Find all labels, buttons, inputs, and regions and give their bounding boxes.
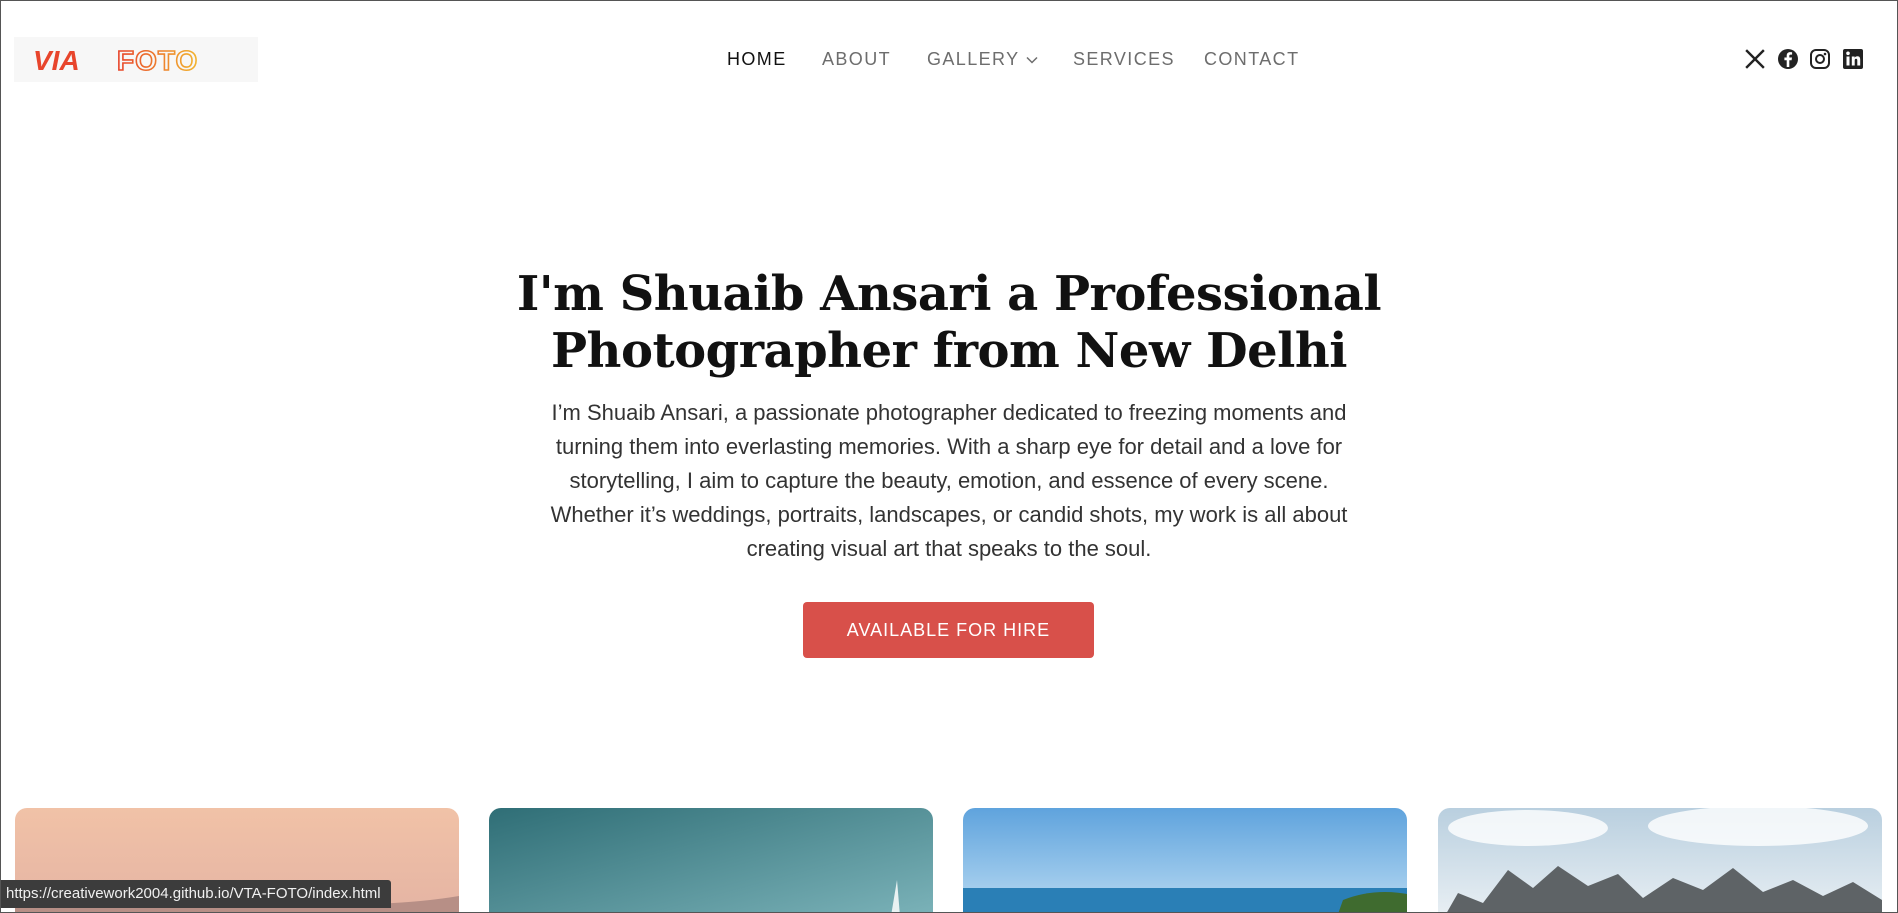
nav-about[interactable]: ABOUT [822, 47, 891, 71]
hero-title-prefix: I'm [516, 266, 620, 322]
hero-description: I’m Shuaib Ansari, a passionate photogra… [550, 400, 1348, 561]
main-nav: HOME ABOUT GALLERY SERVICES CONTACT [0, 47, 1898, 73]
nav-gallery[interactable]: GALLERY [927, 47, 1038, 71]
chevron-down-icon [1025, 57, 1038, 64]
nav-home[interactable]: HOME [727, 47, 787, 71]
available-for-hire-button[interactable]: AVAILABLE FOR HIRE [803, 602, 1094, 658]
sea-photo [963, 808, 1407, 913]
hero-title-suffix: a Professional [990, 266, 1382, 322]
hero-title-line2: Photographer from New Delhi [550, 323, 1348, 379]
gallery-card-teal-sky[interactable] [489, 808, 933, 913]
x-icon[interactable] [1743, 47, 1767, 71]
hero-title-highlight: Shuaib Ansari [615, 266, 996, 322]
gallery-card-mountain[interactable] [1438, 808, 1882, 913]
nav-contact[interactable]: CONTACT [1204, 47, 1299, 71]
hero-title: I'm Shuaib Ansari a Professional Photogr… [0, 266, 1898, 380]
mountain-photo [1438, 808, 1882, 913]
nav-services[interactable]: SERVICES [1073, 47, 1175, 71]
linkedin-icon[interactable] [1841, 47, 1865, 71]
instagram-icon[interactable] [1808, 47, 1832, 71]
nav-gallery-label: GALLERY [927, 49, 1020, 69]
teal-sky-photo [489, 808, 933, 913]
gallery-card-sea[interactable] [963, 808, 1407, 913]
status-bar-url: https://creativework2004.github.io/VTA-F… [0, 880, 391, 908]
facebook-icon[interactable] [1776, 47, 1800, 71]
